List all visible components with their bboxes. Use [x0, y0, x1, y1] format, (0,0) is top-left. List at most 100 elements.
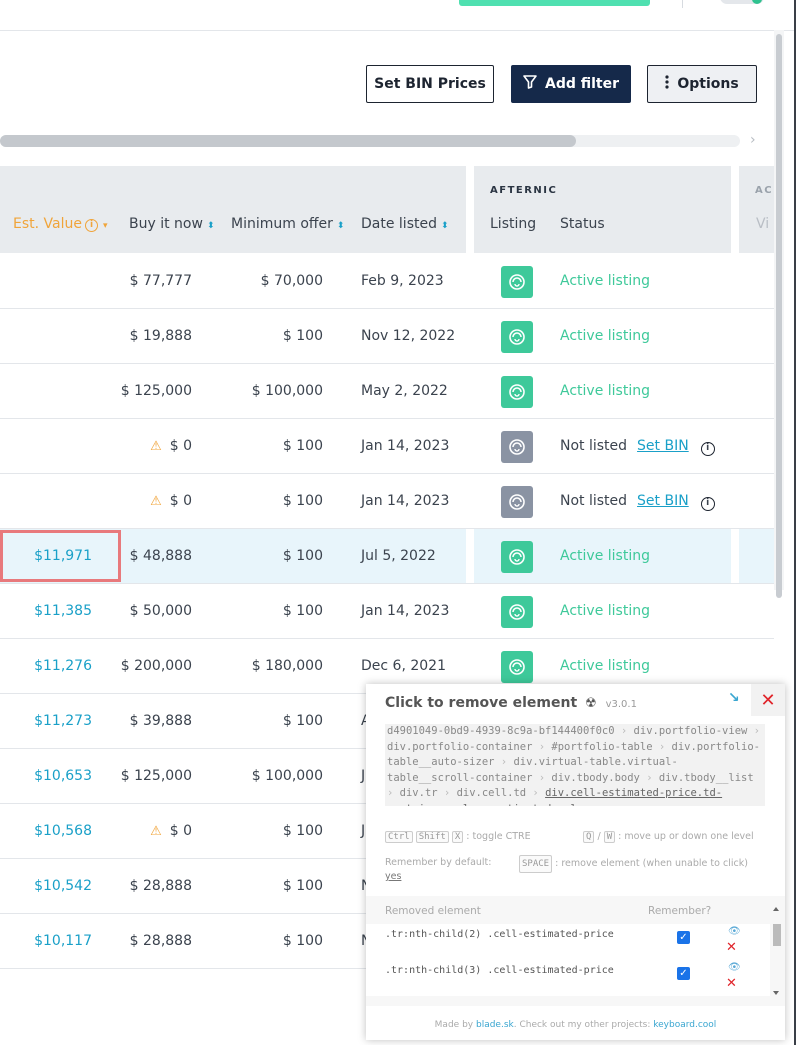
minimum-offer-cell[interactable]: $ 180,000 — [252, 658, 323, 674]
column-header-buy-it-now[interactable]: Buy it now ⬍ — [129, 216, 214, 232]
buy-it-now-cell[interactable]: $ 50,000 — [130, 603, 192, 619]
ctre-panel: Click to remove element ☢ v3.0.1 ↘ ✕ d49… — [366, 684, 785, 1040]
afternic-listing-icon[interactable] — [501, 431, 533, 463]
next-group-header — [739, 166, 774, 253]
buy-it-now-cell[interactable]: ⚠ $ 0 — [150, 493, 192, 509]
buy-it-now-cell[interactable]: ⚠ $ 0 — [150, 438, 192, 454]
afternic-listing-icon[interactable] — [501, 541, 533, 573]
minimize-icon[interactable]: ↘ — [728, 690, 740, 706]
info-icon[interactable]: i — [700, 497, 715, 511]
afternic-listing-icon[interactable] — [501, 596, 533, 628]
table-row[interactable]: $ 77,777 $ 70,000 Feb 9, 2023 Active listin… — [0, 254, 774, 309]
help-move-text: : move up or down one level — [618, 831, 754, 842]
minimum-offer-cell[interactable]: $ 100 — [283, 548, 323, 564]
next-group-label: AC — [755, 185, 774, 196]
afternic-listing-icon[interactable] — [501, 486, 533, 518]
element-path[interactable]: d4901049-0bd9-4939-8c9a-bf144400f0c0 › d… — [385, 724, 765, 806]
buy-it-now-cell[interactable]: $ 28,888 — [130, 933, 192, 949]
minimum-offer-cell[interactable]: $ 100 — [283, 823, 323, 839]
minimum-offer-cell[interactable]: $ 100 — [283, 603, 323, 619]
buy-it-now-cell[interactable]: $ 77,777 — [130, 273, 192, 289]
path-segment[interactable]: div.tr — [400, 787, 438, 799]
primary-action-button-edge[interactable] — [459, 0, 650, 6]
path-segment[interactable]: div.cell.td — [457, 787, 527, 799]
buy-it-now-cell[interactable]: $ 125,000 — [121, 383, 192, 399]
minimum-offer-cell[interactable]: $ 100,000 — [252, 383, 323, 399]
eye-icon[interactable]: 👁 — [728, 926, 741, 937]
delete-icon[interactable]: ✕ — [726, 940, 737, 955]
eye-icon[interactable]: 👁 — [728, 962, 741, 973]
buy-it-now-value: $ 19,888 — [129, 328, 192, 344]
horizontal-scrollbar-thumb[interactable] — [0, 135, 576, 147]
column-header-minimum-offer[interactable]: Minimum offer ⬍ — [231, 216, 344, 232]
vertical-scrollbar-thumb[interactable] — [776, 34, 782, 598]
column-header-date-listed[interactable]: Date listed ⬍ — [361, 216, 449, 232]
set-bin-prices-button[interactable]: Set BIN Prices — [366, 65, 494, 103]
est-value-cell[interactable]: $10,653 — [34, 768, 92, 784]
buy-it-now-cell[interactable]: $ 200,000 — [121, 658, 192, 674]
footer-made-by: Made by — [434, 1020, 474, 1030]
est-value-cell[interactable]: $11,385 — [34, 603, 92, 619]
afternic-listing-icon[interactable] — [501, 651, 533, 683]
buy-it-now-cell[interactable]: ⚠ $ 0 — [150, 823, 192, 839]
minimum-offer-cell[interactable]: $ 100 — [283, 878, 323, 894]
minimum-offer-cell[interactable]: $ 100 — [283, 493, 323, 509]
path-segment[interactable]: div.portfolio-view — [634, 725, 748, 737]
path-segment[interactable]: div.tbody__list — [659, 772, 754, 784]
afternic-listing-icon[interactable] — [501, 266, 533, 298]
est-value-cell[interactable]: $11,273 — [34, 713, 92, 729]
afternic-listing-icon[interactable] — [501, 321, 533, 353]
table-row[interactable]: ⚠ $ 0 $ 100 Jan 14, 2023 Not listed Set BIN i — [0, 419, 774, 474]
column-header-est-value[interactable]: Est. Value i ▾ — [13, 216, 108, 232]
table-row[interactable]: $ 19,888 $ 100 Nov 12, 2022 Active listing — [0, 309, 774, 364]
path-segment[interactable]: d4901049-0bd9-4939-8c9a-bf144400f0c0 — [387, 725, 615, 737]
column-gap — [466, 309, 474, 364]
table-row[interactable]: $ 125,000 $ 100,000 May 2, 2022 Active list… — [0, 364, 774, 419]
panel-scrollbar-thumb[interactable] — [773, 924, 781, 946]
buy-it-now-cell[interactable]: $ 28,888 — [130, 878, 192, 894]
buy-it-now-cell[interactable]: $ 19,888 — [130, 328, 192, 344]
path-segment[interactable]: #portfolio-table — [551, 741, 652, 753]
buy-it-now-cell[interactable]: $ 125,000 — [121, 768, 192, 784]
top-toggle-switch[interactable] — [720, 0, 764, 4]
options-button[interactable]: Options — [647, 65, 757, 103]
ctre-footer: Made by blade.sk. Check out my other pro… — [366, 1020, 785, 1030]
footer-author-link[interactable]: blade.sk — [476, 1020, 514, 1030]
horizontal-scrollbar[interactable] — [0, 135, 740, 147]
est-value-cell[interactable]: $11,276 — [34, 658, 92, 674]
status-cell: Active listing — [560, 658, 650, 674]
info-icon[interactable]: i — [700, 442, 715, 456]
minimum-offer-cell[interactable]: $ 70,000 — [261, 273, 323, 289]
delete-icon[interactable]: ✕ — [726, 976, 737, 991]
buy-it-now-cell[interactable]: $ 48,888 — [130, 548, 192, 564]
panel-scrollbar[interactable] — [770, 906, 782, 996]
scroll-right-icon[interactable]: › — [750, 132, 756, 148]
buy-it-now-cell[interactable]: $ 39,888 — [130, 713, 192, 729]
set-bin-link[interactable]: Set BIN — [637, 493, 689, 509]
set-bin-link[interactable]: Set BIN — [637, 438, 689, 454]
minimum-offer-cell[interactable]: $ 100 — [283, 328, 323, 344]
close-icon[interactable]: ✕ — [751, 684, 785, 716]
info-icon[interactable]: i — [84, 219, 98, 232]
path-segment[interactable]: div.portfolio-container — [387, 741, 532, 753]
footer-project-link[interactable]: keyboard.cool — [653, 1020, 716, 1030]
table-row[interactable]: ⚠ $ 0 $ 100 Jan 14, 2023 Not listed Set BIN i — [0, 474, 774, 529]
est-value-cell[interactable]: $10,542 — [34, 878, 92, 894]
path-separator: › — [532, 740, 552, 753]
column-gap — [731, 419, 739, 474]
add-filter-button[interactable]: Add filter — [511, 65, 631, 103]
minimum-offer-cell[interactable]: $ 100 — [283, 438, 323, 454]
est-value-cell[interactable]: $10,568 — [34, 823, 92, 839]
path-segment[interactable]: div.tbody.body — [551, 772, 640, 784]
table-row[interactable]: $11,385 $ 50,000 $ 100 Jan 14, 2023 Active l… — [0, 584, 774, 639]
minimum-offer-cell[interactable]: $ 100 — [283, 933, 323, 949]
column-gap — [466, 419, 474, 474]
remember-toggle[interactable]: yes — [385, 871, 401, 882]
afternic-listing-icon[interactable] — [501, 376, 533, 408]
minimum-offer-cell[interactable]: $ 100 — [283, 713, 323, 729]
minimum-offer-label: Minimum offer — [231, 216, 333, 232]
remember-checkbox[interactable]: ✓ — [677, 931, 690, 944]
est-value-cell[interactable]: $10,117 — [34, 933, 92, 949]
remember-checkbox[interactable]: ✓ — [677, 967, 690, 980]
minimum-offer-cell[interactable]: $ 100,000 — [252, 768, 323, 784]
